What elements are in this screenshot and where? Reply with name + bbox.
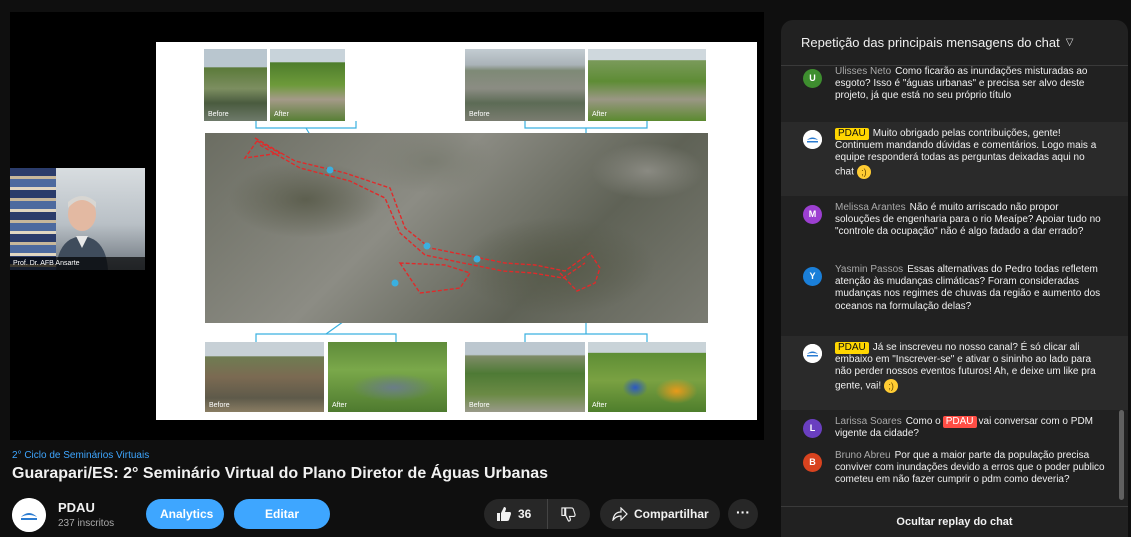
chat-messages: U Ulisses Neto Como ficarão as inundações… [781, 66, 1128, 506]
chat-message: B Bruno Abreu Por que a maior parte da po… [781, 450, 1128, 506]
thumbs-down-icon [561, 506, 576, 522]
chat-message: M Melissa Arantes Não é muito arriscado n… [781, 202, 1128, 260]
like-count: 36 [518, 507, 532, 521]
channel-name[interactable]: PDAU [58, 500, 95, 515]
message-text-before: Como o [905, 416, 941, 427]
author-name: Larissa Soares [835, 416, 902, 427]
author-name: Ulisses Neto [835, 66, 892, 77]
chat-mode-title: Repetição das principais mensagens do ch… [801, 35, 1060, 50]
chat-header[interactable]: Repetição das principais mensagens do ch… [781, 20, 1128, 66]
owner-avatar[interactable] [803, 130, 822, 149]
wink-emoji-icon: ;) [856, 164, 871, 179]
chat-message-owner: PDAU Já se inscreveu no nosso canal? É só… [781, 336, 1128, 410]
satellite-map [205, 133, 708, 323]
channel-row: PDAU 237 inscritos Analytics Editar víde… [12, 496, 762, 532]
author-avatar[interactable]: Y [803, 267, 822, 286]
chat-message: L Larissa Soares Como o PDAU vai conversar … [781, 416, 1128, 446]
share-label: Compartilhar [634, 507, 709, 521]
author-name: Yasmin Passos [835, 264, 904, 275]
bookshelf [10, 168, 56, 270]
live-chat-replay: Repetição das principais mensagens do ch… [781, 20, 1128, 537]
chat-message: U Ulisses Neto Como ficarão as inundações… [781, 66, 1128, 118]
message-text: Já se inscreveu no nosso canal? É só cli… [835, 342, 1096, 392]
photo-bottom-right-after: After [588, 342, 706, 412]
hide-chat-label: Ocultar replay do chat [896, 516, 1013, 528]
pdau-logo-icon [803, 130, 822, 149]
chat-message-owner: PDAU Muito obrigado pelas contribuições, … [781, 122, 1128, 196]
author-avatar[interactable]: B [803, 453, 822, 472]
mention-badge: PDAU [942, 416, 977, 428]
series-link[interactable]: 2° Ciclo de Seminários Virtuais [12, 450, 149, 461]
video-title: Guarapari/ES: 2° Seminário Virtual do Pl… [12, 465, 549, 482]
hide-chat-replay-button[interactable]: Ocultar replay do chat [781, 506, 1128, 537]
caption-before-bottom: Before [209, 402, 230, 409]
author-avatar[interactable]: L [803, 419, 822, 438]
pdau-logo-icon [12, 498, 46, 532]
share-button[interactable]: Compartilhar [600, 499, 720, 529]
youtube-studio-page: Before After Before After Before After B… [0, 0, 1131, 537]
presentation-slide: Before After Before After Before After B… [156, 42, 757, 420]
message-text: Muito obrigado pelas contribuições, gent… [835, 128, 1097, 178]
chat-message: Y Yasmin Passos Essas alternativas do Ped… [781, 264, 1128, 334]
caption-after-bottom: After [332, 402, 347, 409]
presenter-name: Prof. Dr. AFB Ansarte [10, 257, 145, 270]
edit-video-button[interactable]: Editar vídeo [234, 499, 330, 529]
pdau-logo-icon [803, 344, 822, 363]
owner-badge: PDAU [835, 342, 869, 354]
author-avatar[interactable]: U [803, 69, 822, 88]
author-name: Melissa Arantes [835, 202, 906, 213]
caption-after-bottom-right: After [592, 402, 607, 409]
author-name: Bruno Abreu [835, 450, 891, 461]
owner-badge: PDAU [835, 128, 869, 140]
more-actions-button[interactable]: ··· [728, 499, 758, 529]
caption-before-bottom-right: Before [469, 402, 490, 409]
share-arrow-icon [612, 507, 628, 521]
photo-bottom-right-before: Before [465, 342, 585, 412]
owner-avatar[interactable] [803, 344, 822, 363]
like-dislike-group: 36 [484, 499, 590, 529]
subscriber-count: 237 inscritos [58, 518, 115, 529]
dislike-button[interactable] [548, 499, 589, 529]
author-avatar[interactable]: M [803, 205, 822, 224]
chat-scrollbar[interactable] [1119, 410, 1124, 500]
photo-bottom-left-after: After [328, 342, 447, 412]
photo-bottom-left-before: Before [205, 342, 324, 412]
wink-emoji-icon: ;) [884, 378, 899, 393]
like-button[interactable]: 36 [484, 499, 548, 529]
thumbs-up-icon [497, 507, 511, 521]
chevron-down-icon[interactable]: ▽ [1066, 37, 1074, 48]
analytics-button[interactable]: Analytics [146, 499, 224, 529]
presenter-webcam: Prof. Dr. AFB Ansarte [10, 168, 145, 270]
river-route-overlay [243, 137, 601, 294]
channel-avatar[interactable] [12, 498, 46, 532]
